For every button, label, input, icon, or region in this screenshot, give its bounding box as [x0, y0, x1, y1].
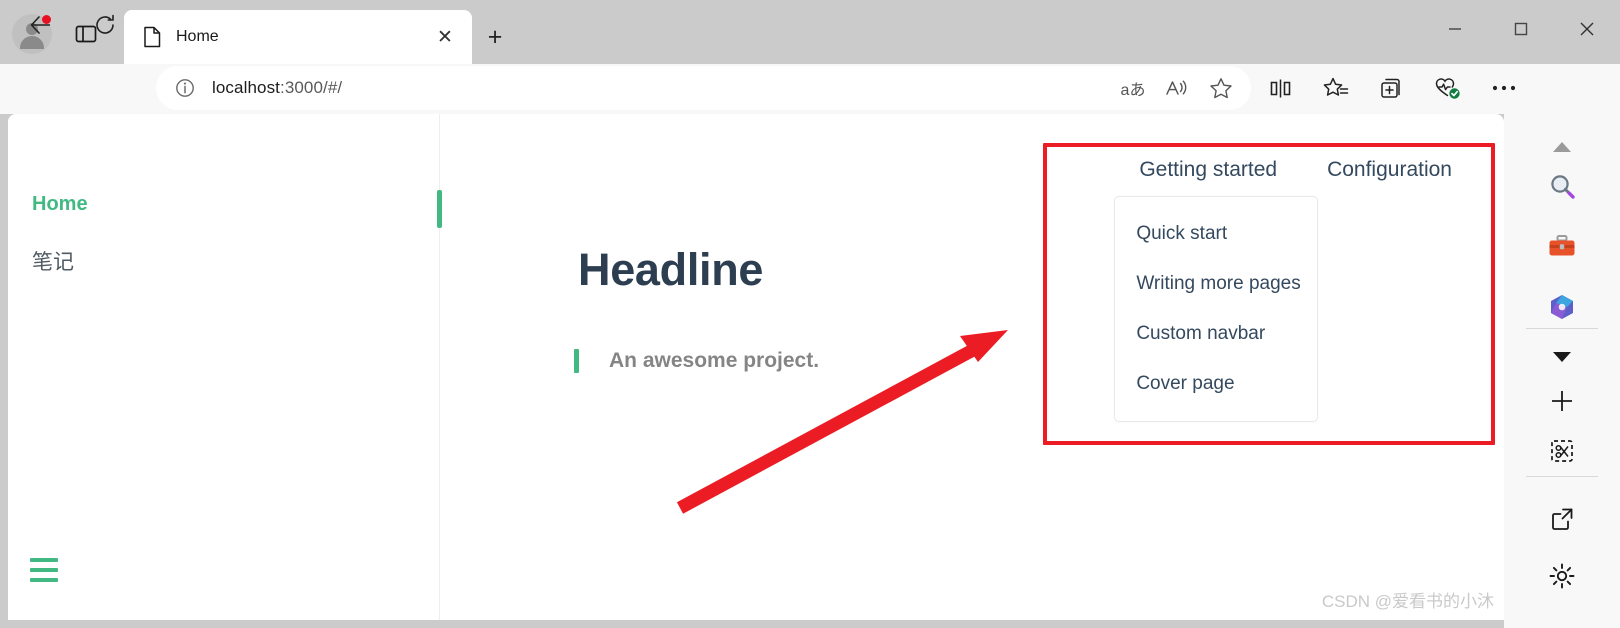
title-bar: Home ✕ + — [0, 0, 1620, 64]
nav-link-label[interactable]: Configuration — [1327, 158, 1452, 182]
sidebar-item-home[interactable]: Home — [32, 193, 88, 216]
omnibox-actions: aあ — [1113, 70, 1241, 106]
watermark: CSDN @爱看书的小沐 — [1321, 592, 1494, 611]
edge-sidebar — [1504, 114, 1620, 628]
url-text[interactable]: localhost:3000/#/ — [212, 78, 342, 98]
sidebar-divider — [1526, 476, 1598, 477]
collections-icon[interactable] — [1370, 68, 1414, 108]
tab-close-button[interactable]: ✕ — [430, 22, 460, 52]
docs-content: Getting started Quick start Writing more… — [441, 114, 1504, 620]
translate-glyph: aあ — [1120, 82, 1146, 99]
close-icon — [1580, 22, 1594, 36]
page-tagline: An awesome project. — [574, 349, 819, 373]
url-host: localhost — [212, 78, 280, 97]
hamburger-bar — [30, 578, 58, 582]
favorites-icon[interactable] — [1314, 68, 1358, 108]
docs-sidebar: Home 笔记 — [8, 114, 440, 620]
page-viewport: Home 笔记 Getting started Quick start Writ… — [8, 114, 1504, 620]
nav-link-label[interactable]: Getting started — [1139, 158, 1277, 182]
minimize-icon — [1449, 28, 1461, 30]
translate-icon[interactable]: aあ — [1113, 70, 1153, 106]
settings-and-more-icon[interactable] — [1482, 68, 1526, 108]
reload-button[interactable] — [88, 8, 122, 42]
tagline-accent-bar — [574, 349, 579, 373]
chevron-down-icon[interactable] — [1537, 332, 1587, 382]
reload-icon — [96, 14, 114, 34]
sidebar-item-notes[interactable]: 笔记 — [32, 246, 74, 276]
copilot-icon[interactable] — [1537, 282, 1587, 332]
window-controls — [1422, 0, 1620, 58]
screenshot-icon[interactable] — [1537, 426, 1587, 476]
tools-icon[interactable] — [1537, 222, 1587, 272]
browser-window: Home ✕ + localhost:3000/#/ aあ Home 笔记 Ge… — [0, 0, 1620, 628]
hamburger-bar — [30, 568, 58, 572]
sidebar-toggle-button[interactable] — [30, 558, 58, 582]
close-button[interactable] — [1554, 0, 1620, 58]
split-screen-icon[interactable] — [1258, 68, 1302, 108]
gear-icon[interactable] — [1537, 551, 1587, 601]
maximize-icon — [1514, 22, 1528, 36]
tab-title: Home — [176, 28, 219, 45]
address-bar[interactable]: localhost:3000/#/ aあ — [156, 66, 1251, 110]
dropdown-item-cover-page[interactable]: Cover page — [1115, 373, 1317, 395]
sidebar-divider — [1526, 328, 1598, 329]
dropdown-item-writing-more-pages[interactable]: Writing more pages — [1115, 273, 1317, 295]
maximize-button[interactable] — [1488, 0, 1554, 58]
hamburger-bar — [30, 558, 58, 562]
minimize-button[interactable] — [1422, 0, 1488, 58]
document-icon — [142, 26, 162, 48]
dropdown-item-quick-start[interactable]: Quick start — [1115, 223, 1317, 245]
back-arrow-icon — [30, 16, 50, 34]
favorite-star-icon[interactable] — [1201, 70, 1241, 106]
browser-essentials-icon[interactable] — [1426, 68, 1470, 108]
nav-item-configuration[interactable]: Configuration — [1327, 158, 1452, 182]
site-information-icon[interactable] — [174, 77, 196, 99]
read-aloud-icon[interactable] — [1157, 70, 1197, 106]
open-external-icon[interactable] — [1537, 494, 1587, 544]
browser-tab[interactable]: Home ✕ — [124, 10, 472, 64]
dropdown-item-custom-navbar[interactable]: Custom navbar — [1115, 323, 1317, 345]
page-title: Headline — [578, 244, 764, 295]
docs-navbar: Getting started Quick start Writing more… — [1114, 158, 1452, 422]
toolbar-buttons — [1252, 66, 1532, 110]
search-icon[interactable] — [1537, 162, 1587, 212]
nav-item-getting-started[interactable]: Getting started Quick start Writing more… — [1114, 158, 1319, 422]
plus-icon[interactable] — [1537, 376, 1587, 426]
nav-dropdown-getting-started: Quick start Writing more pages Custom na… — [1114, 196, 1319, 422]
url-path: :3000/#/ — [280, 78, 343, 97]
new-tab-button[interactable]: + — [480, 22, 510, 52]
tagline-text: An awesome project. — [609, 349, 820, 372]
back-button[interactable] — [24, 8, 58, 42]
